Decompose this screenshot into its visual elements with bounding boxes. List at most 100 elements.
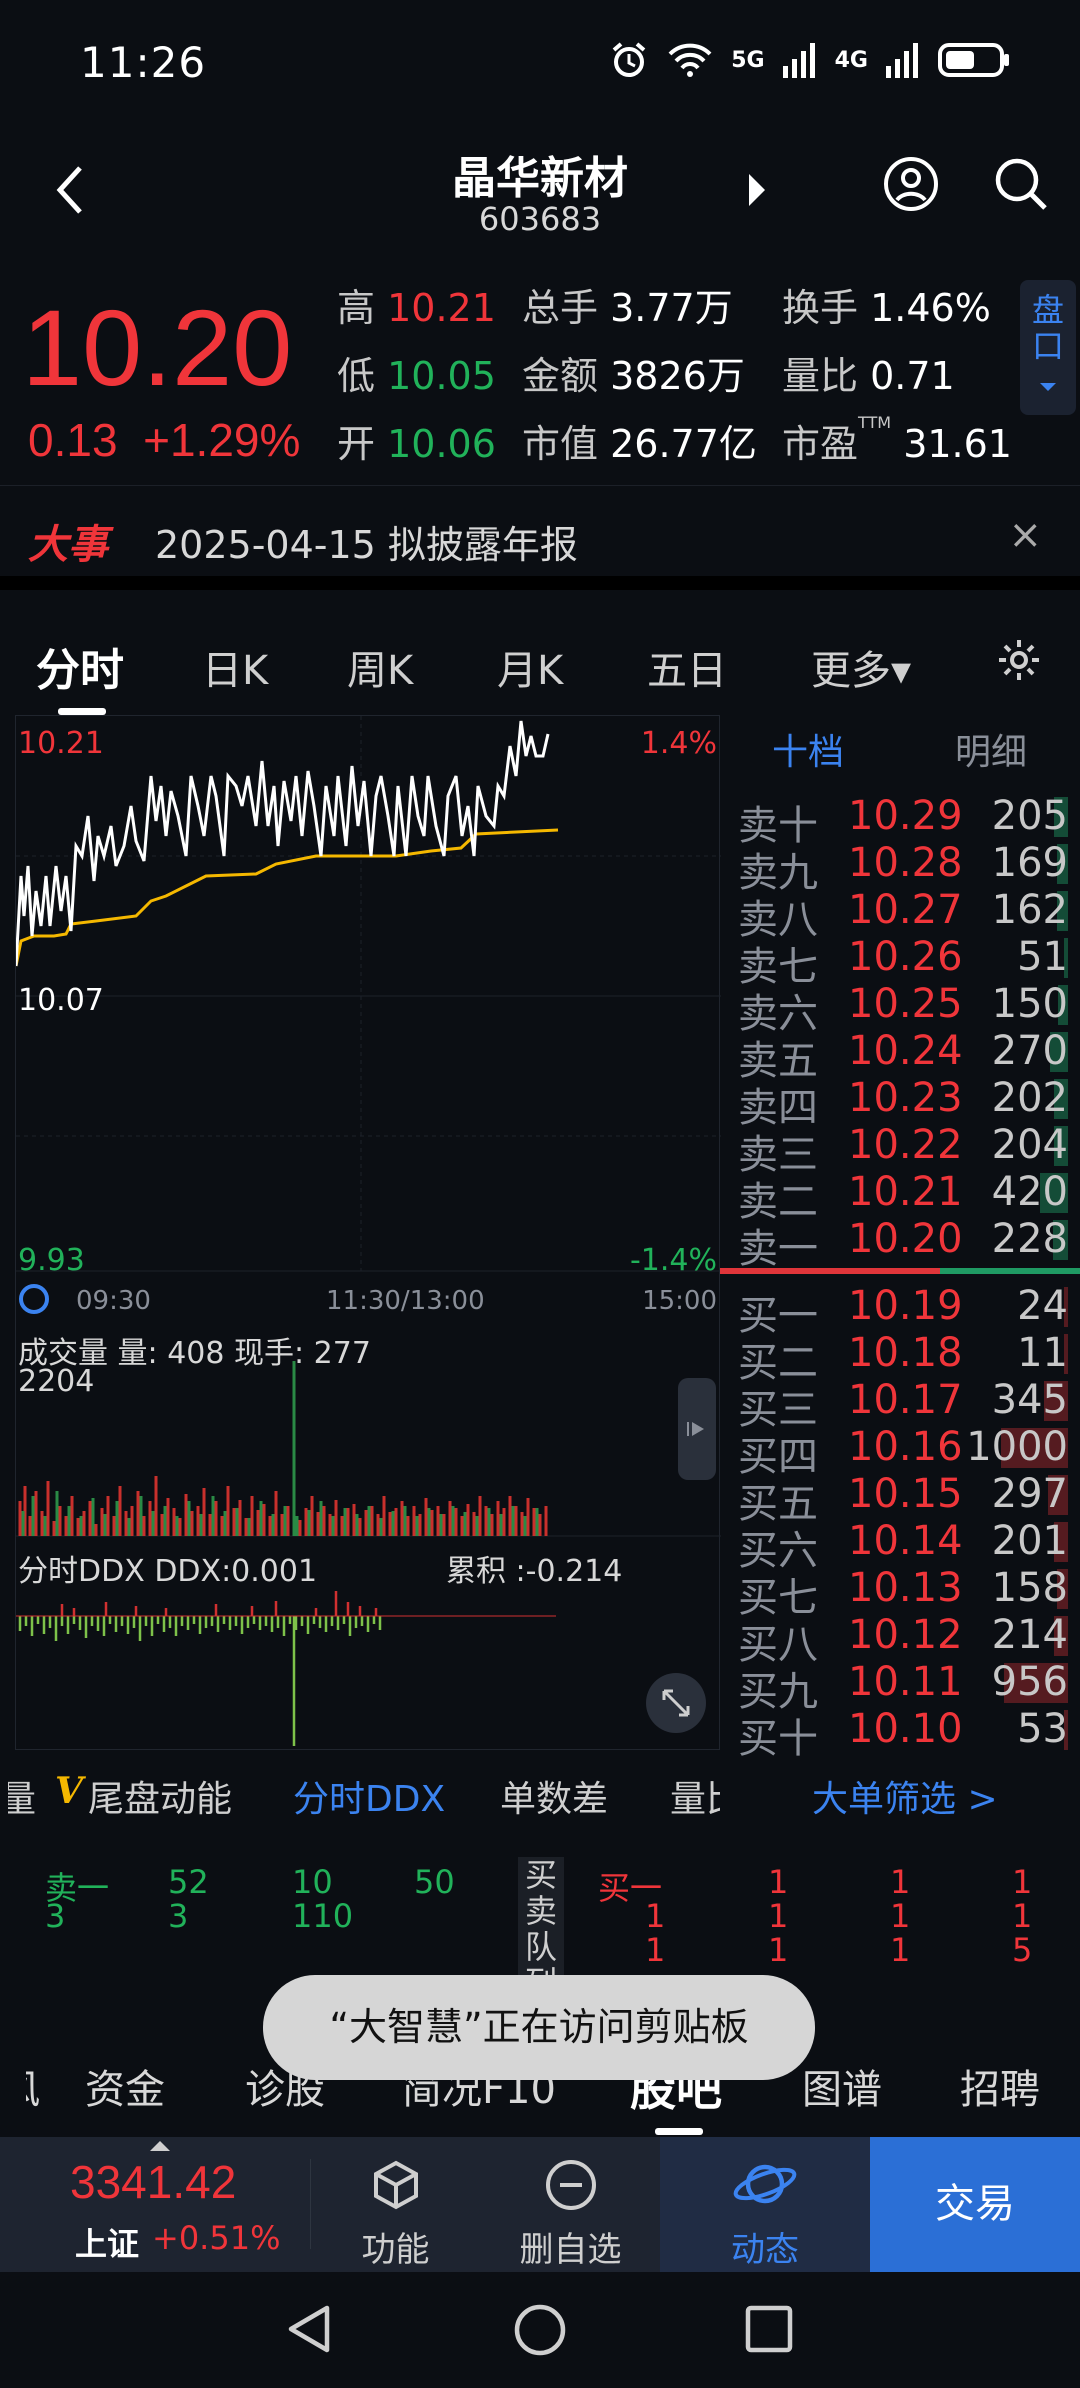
tab-intraday-ddx[interactable]: 分时DDX bbox=[293, 1770, 445, 1822]
alarm-icon bbox=[612, 42, 646, 77]
queue-buy-cell: 1 bbox=[768, 1897, 789, 1935]
event-banner[interactable]: 大事 2025-04-15 拟披露年报 × bbox=[0, 485, 1080, 590]
bid-volume: 53 bbox=[1017, 1706, 1068, 1752]
open-label: 开 bbox=[337, 422, 376, 466]
ask-volume: 169 bbox=[991, 840, 1068, 886]
pe-value: 31.61 bbox=[903, 422, 1012, 466]
ask-price: 10.29 bbox=[848, 793, 963, 839]
pe-cell: 市盈TTM 31.61 bbox=[782, 413, 1012, 468]
ask-row[interactable]: 卖五 10.24 270 bbox=[720, 1028, 1080, 1084]
system-nav-bar bbox=[0, 2272, 1080, 2388]
nav-home-icon[interactable] bbox=[512, 2302, 568, 2358]
status-time: 11:26 bbox=[80, 38, 207, 87]
bid-row[interactable]: 买九 10.11 956 bbox=[720, 1659, 1080, 1715]
tab-count-diff[interactable]: 单数差 bbox=[500, 1770, 608, 1822]
tab-tail-momentum[interactable]: 尾盘动能 bbox=[88, 1770, 232, 1822]
caret-down-icon bbox=[1040, 383, 1056, 391]
large-order-filter-link[interactable]: 大单筛选 > bbox=[812, 1770, 998, 1822]
settings-icon[interactable] bbox=[995, 636, 1043, 684]
tab-weekly-k[interactable]: 周K bbox=[347, 638, 413, 696]
nav-back-icon[interactable] bbox=[283, 2302, 337, 2356]
ask-price: 10.20 bbox=[848, 1216, 963, 1262]
index-ticker[interactable]: 3341.42 上证 +0.51% bbox=[0, 2137, 310, 2272]
ask-row[interactable]: 卖九 10.28 169 bbox=[720, 840, 1080, 896]
ask-volume: 150 bbox=[991, 981, 1068, 1027]
bid-price: 10.16 bbox=[848, 1424, 963, 1470]
bid-row[interactable]: 买六 10.14 201 bbox=[720, 1518, 1080, 1574]
nav-recents-icon[interactable] bbox=[742, 2302, 796, 2356]
tab-recruit[interactable]: 招聘 bbox=[960, 2057, 1040, 2115]
tab-clipped[interactable]: 风 bbox=[26, 2057, 40, 2115]
tab-daily-k[interactable]: 日K bbox=[202, 638, 268, 696]
bid-row[interactable]: 买二 10.18 11 bbox=[720, 1330, 1080, 1386]
volume-ratio-value: 0.71 bbox=[870, 354, 955, 398]
pe-label: 市盈 bbox=[782, 422, 859, 466]
tab-ten-levels[interactable]: 十档 bbox=[772, 723, 844, 775]
tab-five-day[interactable]: 五日 bbox=[647, 638, 727, 696]
ask-row[interactable]: 卖六 10.25 150 bbox=[720, 981, 1080, 1037]
bid-row[interactable]: 买三 10.17 345 bbox=[720, 1377, 1080, 1433]
ask-level-label: 卖一 bbox=[738, 1226, 818, 1272]
queue-sell-cell: 10 bbox=[292, 1863, 333, 1901]
tab-volume-clipped[interactable]: 量 bbox=[8, 1770, 36, 1822]
high-value: 10.21 bbox=[387, 286, 496, 330]
tab-graph[interactable]: 图谱 bbox=[802, 2057, 882, 2115]
queue-sell-cell: 3 bbox=[168, 1897, 189, 1935]
ask-row[interactable]: 卖一 10.20 228 bbox=[720, 1216, 1080, 1272]
bid-row[interactable]: 买一 10.19 24 bbox=[720, 1283, 1080, 1339]
ask-row[interactable]: 卖十 10.29 205 bbox=[720, 793, 1080, 849]
bid-row[interactable]: 买七 10.13 158 bbox=[720, 1565, 1080, 1621]
ask-volume: 162 bbox=[991, 887, 1068, 933]
index-value: 3341.42 bbox=[70, 2156, 237, 2208]
nav-function[interactable]: 功能 bbox=[308, 2137, 483, 2272]
bid-volume: 201 bbox=[991, 1518, 1068, 1564]
volume-label: 总手 bbox=[522, 286, 599, 330]
nav-delete-watchlist[interactable]: 删自选 bbox=[483, 2137, 658, 2272]
event-tag: 大事 bbox=[28, 522, 108, 568]
status-bar: 11:26 5G 4G bbox=[0, 0, 1080, 130]
trade-button[interactable]: 交易 bbox=[870, 2137, 1080, 2272]
bid-row[interactable]: 买四 10.16 1000 bbox=[720, 1424, 1080, 1480]
queue-buy-cell: 1 bbox=[1012, 1863, 1033, 1901]
queue-buy-cell: 1 bbox=[1012, 1897, 1033, 1935]
ask-volume: 51 bbox=[1017, 934, 1068, 980]
tab-volume-ratio[interactable]: 量比 bbox=[670, 1770, 720, 1822]
ask-price: 10.27 bbox=[848, 887, 963, 933]
bid-row[interactable]: 买五 10.15 297 bbox=[720, 1471, 1080, 1527]
tab-funds[interactable]: 资金 bbox=[85, 2057, 165, 2115]
ask-row[interactable]: 卖七 10.26 51 bbox=[720, 934, 1080, 990]
tab-intraday[interactable]: 分时 bbox=[36, 634, 124, 698]
bid-row[interactable]: 买八 10.12 214 bbox=[720, 1612, 1080, 1668]
chart-tabs: 分时 日K 周K 月K 五日 更多▾ bbox=[0, 600, 1080, 715]
index-pct: +0.51% bbox=[152, 2219, 281, 2257]
tab-more[interactable]: 更多▾ bbox=[811, 638, 911, 696]
nav-dynamic-label: 动态 bbox=[731, 2230, 799, 2270]
battery-icon bbox=[938, 43, 1009, 77]
next-stock-icon[interactable] bbox=[745, 170, 769, 210]
bid-row[interactable]: 买十 10.10 53 bbox=[720, 1706, 1080, 1762]
pankou-button[interactable]: 盘口 bbox=[1020, 280, 1076, 415]
signal-5g-label: 5G bbox=[731, 47, 765, 73]
expand-panel-handle[interactable] bbox=[678, 1378, 716, 1480]
bid-volume: 11 bbox=[1017, 1330, 1068, 1376]
ask-row[interactable]: 卖三 10.22 204 bbox=[720, 1122, 1080, 1178]
high-label: 高 bbox=[337, 286, 376, 330]
tab-detail[interactable]: 明细 bbox=[955, 723, 1027, 775]
pe-ttm-sup: TTM bbox=[858, 413, 892, 432]
bid-price: 10.13 bbox=[848, 1565, 963, 1611]
price-low-label: 9.93 bbox=[18, 1243, 85, 1278]
time-cursor-icon[interactable] bbox=[19, 1284, 49, 1314]
ask-row[interactable]: 卖四 10.23 202 bbox=[720, 1075, 1080, 1131]
search-icon[interactable] bbox=[992, 155, 1050, 213]
customer-service-icon[interactable] bbox=[882, 155, 940, 213]
ask-row[interactable]: 卖八 10.27 162 bbox=[720, 887, 1080, 943]
nav-dynamic[interactable]: 动态 bbox=[660, 2137, 870, 2272]
fullscreen-button[interactable] bbox=[646, 1673, 706, 1733]
intraday-chart[interactable]: 10.21 10.07 9.93 1.4% -1.4% 09:30 11:30/… bbox=[14, 715, 721, 1750]
open-value: 10.06 bbox=[387, 422, 496, 466]
ask-row[interactable]: 卖二 10.21 420 bbox=[720, 1169, 1080, 1225]
close-icon[interactable]: × bbox=[1008, 512, 1042, 558]
bid-price: 10.12 bbox=[848, 1612, 963, 1658]
bottom-nav: 3341.42 上证 +0.51% 功能 删自选 动态 交易 bbox=[0, 2137, 1080, 2272]
tab-monthly-k[interactable]: 月K bbox=[497, 638, 563, 696]
